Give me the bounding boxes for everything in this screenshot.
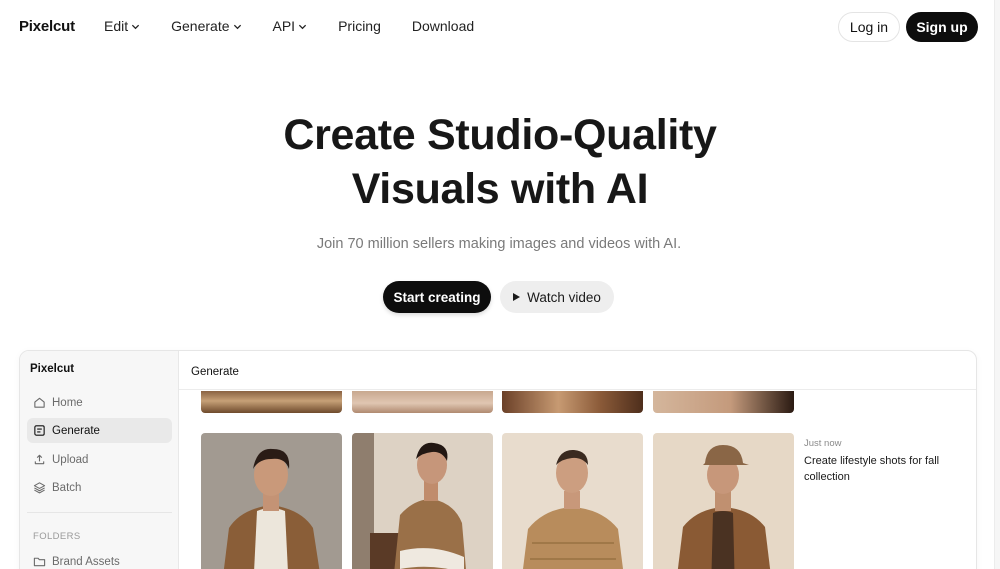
- layers-icon: [33, 482, 46, 494]
- play-icon: [513, 293, 521, 301]
- generation-prompt: Create lifestyle shots for fall collecti…: [804, 455, 940, 483]
- generated-image[interactable]: [653, 433, 794, 569]
- generated-image[interactable]: [201, 433, 342, 569]
- sidebar-item-label: Upload: [52, 453, 89, 466]
- app-preview: Pixelcut Home Generate Upload Batch FOLD…: [19, 350, 977, 569]
- hero-title-line2: Visuals with AI: [351, 165, 649, 213]
- folders-heading: FOLDERS: [33, 531, 81, 542]
- cta-row: Start creating Watch video: [383, 281, 614, 313]
- generated-image[interactable]: [502, 391, 643, 413]
- nav-pricing[interactable]: Pricing: [338, 18, 381, 34]
- model-photo: [201, 433, 342, 569]
- logo[interactable]: Pixelcut: [19, 18, 75, 35]
- generated-image[interactable]: [352, 433, 493, 569]
- sidebar-item-generate[interactable]: Generate: [27, 418, 172, 443]
- watch-video-label: Watch video: [527, 289, 601, 305]
- chevron-down-icon: [233, 24, 241, 29]
- sidebar-item-label: Home: [52, 396, 83, 409]
- sidebar-item-home[interactable]: Home: [27, 390, 172, 415]
- nav-api[interactable]: API: [273, 18, 308, 34]
- hero-title-line1: Create Studio-Quality: [283, 111, 717, 159]
- app-sidebar: Pixelcut Home Generate Upload Batch FOLD…: [20, 351, 179, 569]
- hero-title: Create Studio-Quality Visuals with AI: [0, 108, 1000, 216]
- nav-download[interactable]: Download: [412, 18, 474, 34]
- nav-edit[interactable]: Edit: [104, 18, 140, 34]
- start-creating-button[interactable]: Start creating: [383, 281, 491, 313]
- sidebar-item-label: Generate: [52, 424, 100, 437]
- home-icon: [34, 397, 45, 408]
- main-title: Generate: [191, 366, 239, 378]
- sidebar-title: Pixelcut: [30, 363, 75, 375]
- generated-image[interactable]: [201, 391, 342, 413]
- nav-generate-label: Generate: [171, 18, 230, 34]
- sidebar-item-brand-assets[interactable]: Brand Assets: [27, 549, 172, 569]
- scrollbar[interactable]: [994, 0, 1000, 569]
- sidebar-item-upload[interactable]: Upload: [27, 447, 172, 472]
- nav-generate[interactable]: Generate: [171, 18, 241, 34]
- model-photo: [502, 433, 643, 569]
- generated-image[interactable]: [653, 391, 794, 413]
- chevron-down-icon: [132, 24, 140, 29]
- chevron-down-icon: [298, 24, 307, 29]
- generation-timestamp: Just now: [804, 438, 842, 449]
- model-photo: [352, 433, 493, 569]
- nav-download-label: Download: [411, 18, 475, 34]
- nav-edit-label: Edit: [104, 18, 129, 34]
- signup-button[interactable]: Sign up: [906, 12, 978, 42]
- sidebar-divider: [27, 512, 172, 513]
- watch-video-button[interactable]: Watch video: [500, 281, 614, 313]
- top-nav: Pixelcut Edit Generate API Pricing Downl…: [0, 0, 1000, 54]
- generated-image[interactable]: [502, 433, 643, 569]
- model-photo: [653, 433, 794, 569]
- sidebar-item-label: Brand Assets: [52, 555, 120, 568]
- generated-image[interactable]: [352, 391, 493, 413]
- main-header: Generate: [179, 351, 976, 390]
- folder-icon: [33, 557, 46, 567]
- upload-icon: [34, 454, 45, 465]
- generate-icon: [34, 425, 45, 436]
- nav-links: Edit Generate API Pricing Download: [104, 18, 505, 34]
- sidebar-item-label: Batch: [52, 481, 82, 494]
- login-button[interactable]: Log in: [838, 12, 900, 42]
- nav-pricing-label: Pricing: [338, 18, 381, 34]
- nav-api-label: API: [272, 18, 296, 34]
- hero-subtitle: Join 70 million sellers making images an…: [316, 236, 682, 252]
- sidebar-item-batch[interactable]: Batch: [27, 475, 172, 500]
